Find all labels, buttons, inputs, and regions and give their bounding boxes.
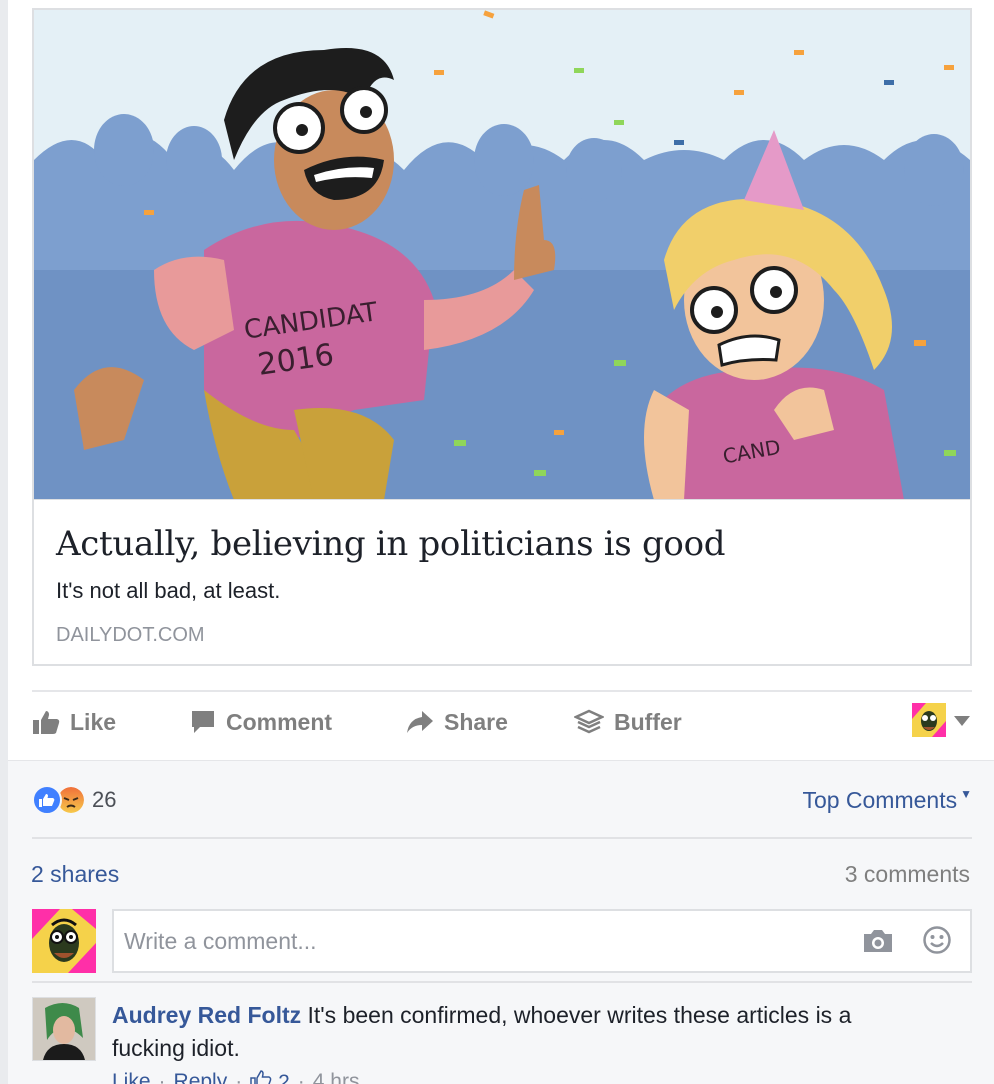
camera-icon[interactable] xyxy=(862,928,894,959)
link-title[interactable]: Actually, believing in politicians is go… xyxy=(56,524,726,564)
separator-dot: · xyxy=(158,1070,166,1084)
caret-down-icon: ▼ xyxy=(960,787,972,801)
reactions-summary[interactable]: 26 xyxy=(32,785,116,815)
chevron-down-icon xyxy=(954,713,970,731)
comment-button[interactable]: Comment xyxy=(190,702,332,742)
comment-input-placeholder: Write a comment... xyxy=(124,928,317,954)
left-rail xyxy=(0,0,8,1084)
post-as-selector[interactable] xyxy=(912,702,970,742)
comments-section: 26 Top Comments ▼ 2 shares 3 comments Wri… xyxy=(8,760,994,1084)
thumbs-up-icon xyxy=(32,709,60,735)
ufi-divider xyxy=(32,981,972,983)
smiley-icon[interactable] xyxy=(922,925,952,960)
comment-like-count[interactable]: 2 xyxy=(250,1069,290,1084)
shares-link[interactable]: 2 shares xyxy=(31,861,119,888)
comment-author[interactable]: Audrey Red Foltz xyxy=(112,1002,301,1028)
preview-image[interactable]: CANDIDAT 2016 CAND xyxy=(34,10,970,500)
comment-sort-label: Top Comments xyxy=(802,787,958,813)
like-reaction-icon xyxy=(32,785,62,815)
comment-label: Comment xyxy=(226,708,333,735)
ufi-divider xyxy=(32,837,972,839)
share-label: Share xyxy=(444,708,508,735)
share-arrow-icon xyxy=(406,709,434,735)
separator-dot: · xyxy=(235,1070,243,1084)
comment-timestamp[interactable]: 4 hrs xyxy=(313,1070,360,1084)
buffer-stack-icon xyxy=(574,709,604,735)
post-action-bar: Like Comment Share Buffer xyxy=(32,696,972,748)
reaction-count: 26 xyxy=(92,787,117,812)
buffer-label: Buffer xyxy=(614,708,682,735)
link-domain: DAILYDOT.COM xyxy=(56,624,205,646)
comment-input[interactable]: Write a comment... xyxy=(112,909,972,973)
comment-sort-dropdown[interactable]: Top Comments ▼ xyxy=(802,787,972,814)
like-button[interactable]: Like xyxy=(32,702,116,742)
comments-count-link[interactable]: 3 comments xyxy=(845,861,970,888)
commenter-avatar[interactable] xyxy=(32,997,96,1061)
like-label: Like xyxy=(70,708,117,735)
buffer-button[interactable]: Buffer xyxy=(574,702,682,742)
comment-body: Audrey Red Foltz It's been confirmed, wh… xyxy=(112,999,912,1065)
speech-bubble-icon xyxy=(190,709,216,735)
action-divider xyxy=(32,690,972,692)
current-user-avatar[interactable] xyxy=(32,909,96,973)
comment-actions: Like · Reply · 2 · 4 hrs xyxy=(112,1069,359,1084)
link-preview-card[interactable]: CANDIDAT 2016 CAND Actually, believing i… xyxy=(32,8,972,666)
thumbs-up-icon xyxy=(250,1070,272,1084)
comment-reply-link[interactable]: Reply xyxy=(174,1070,228,1084)
comment-like-link[interactable]: Like xyxy=(112,1070,151,1084)
share-button[interactable]: Share xyxy=(406,702,508,742)
separator-dot: · xyxy=(297,1070,305,1084)
link-description: It's not all bad, at least. xyxy=(56,578,281,603)
page-avatar xyxy=(912,702,946,742)
